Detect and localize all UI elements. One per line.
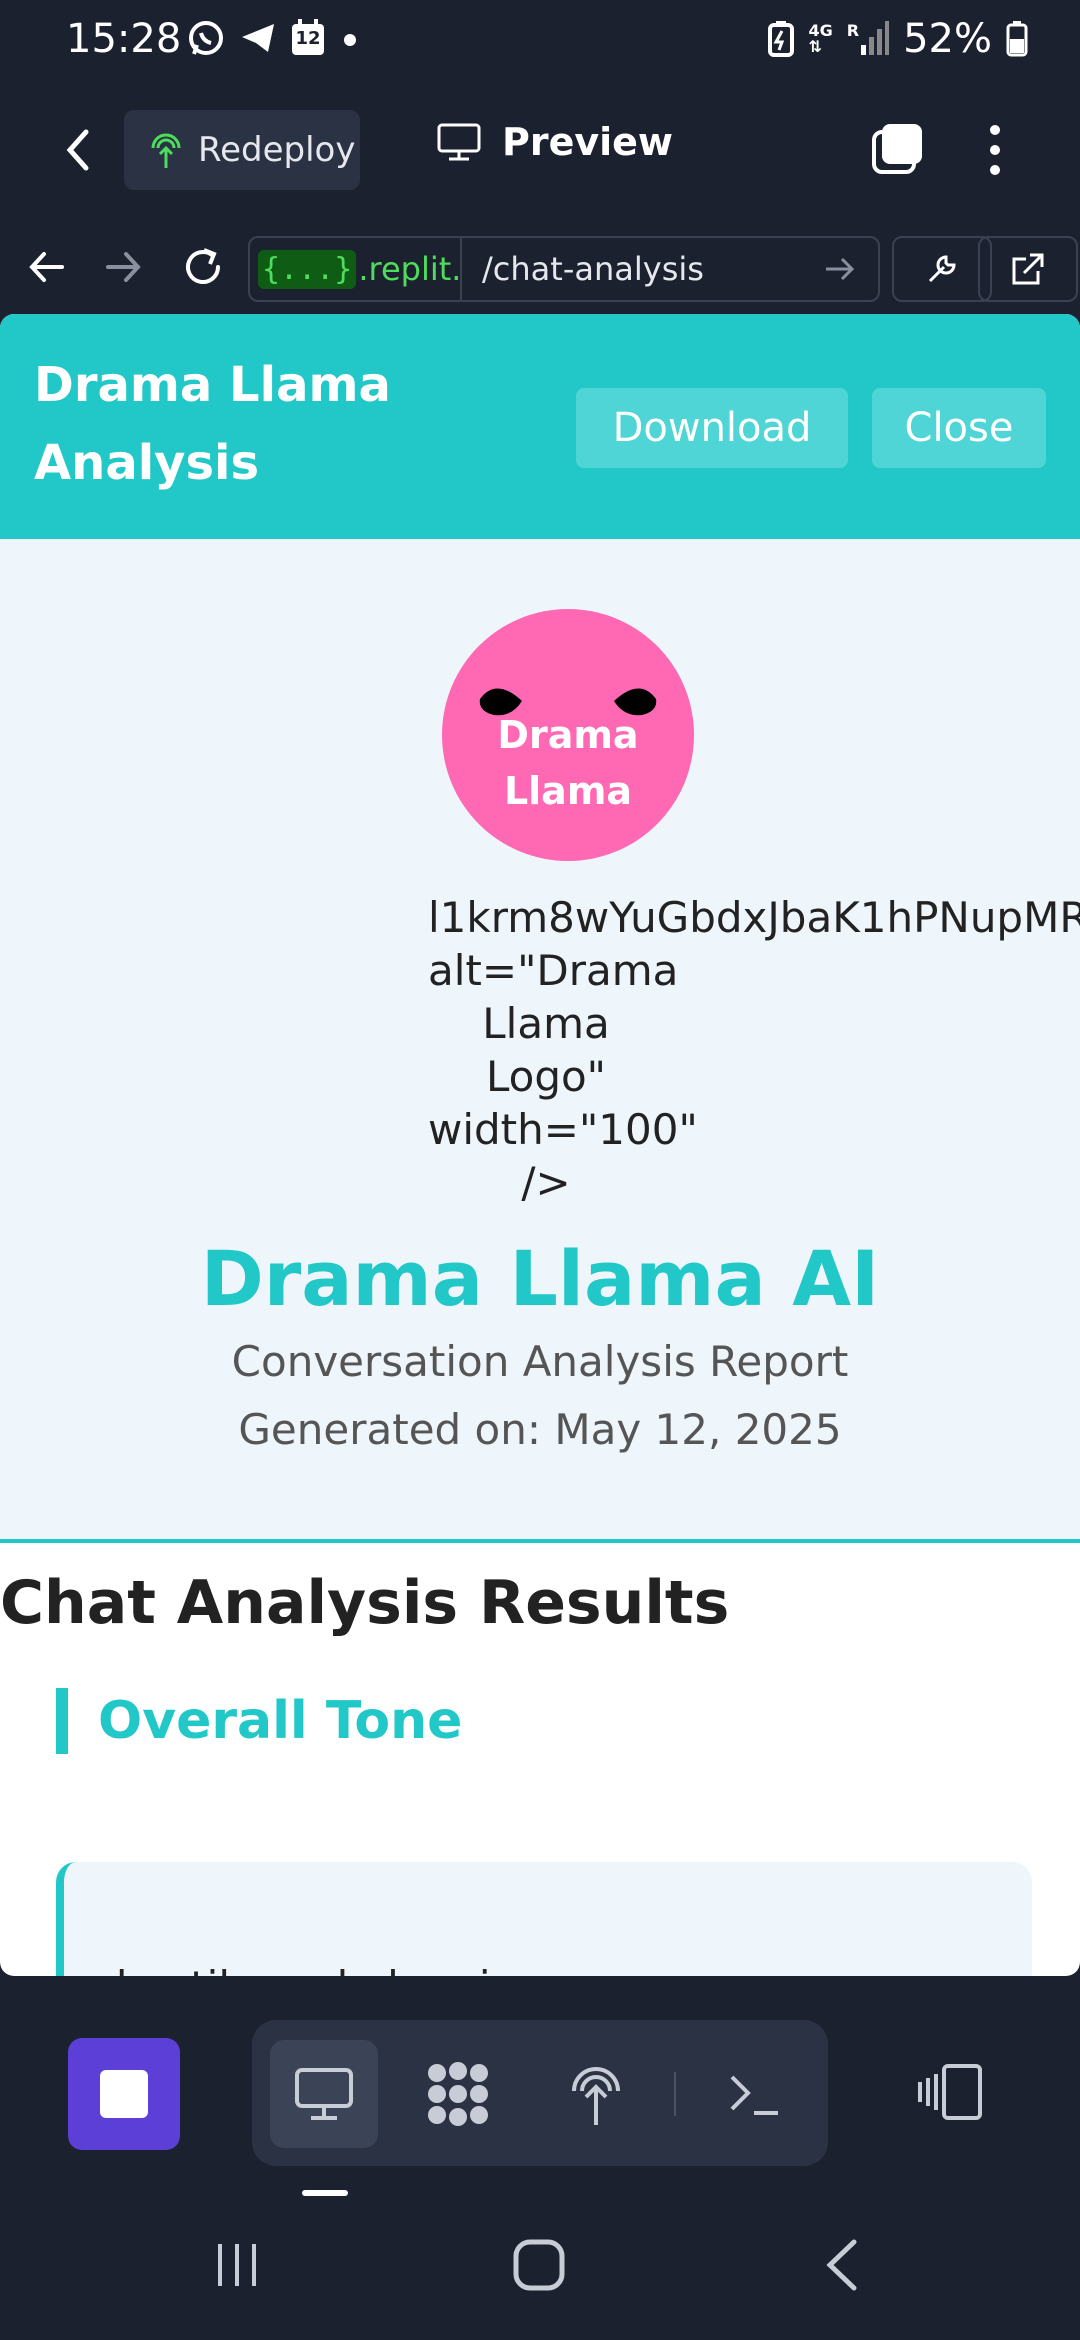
apps-tool-button[interactable]: [404, 2040, 512, 2148]
more-options-icon[interactable]: [978, 120, 1012, 180]
dot-icon: [338, 18, 362, 58]
page-title-line1: Drama Llama: [34, 357, 391, 413]
brand-title: Drama Llama AI: [200, 1234, 880, 1323]
deployments-tool-button[interactable]: [542, 2040, 650, 2148]
tone-text: hostile and abrasive: [116, 1962, 541, 1976]
url-badge: {...}: [258, 249, 357, 289]
status-bar: 15:28 12 4G ⇅ R 52%: [0, 0, 1080, 84]
logo-text: Drama Llama: [442, 707, 694, 819]
broken-image-line: />: [521, 1158, 571, 1207]
tool-switcher: [252, 2020, 828, 2166]
external-link-icon: [1008, 249, 1048, 289]
whatsapp-icon: [186, 18, 226, 58]
browser-back-icon[interactable]: [22, 242, 72, 292]
notification-icons: 12: [186, 18, 362, 58]
device-switch-button[interactable]: [916, 2064, 984, 2120]
battery-saver-icon: [767, 19, 795, 59]
roaming-label: R: [846, 21, 860, 40]
page-title-line2: Analysis: [34, 435, 260, 491]
deploy-icon: [148, 130, 184, 170]
close-button[interactable]: Close: [872, 388, 1046, 468]
status-time: 15:28: [66, 16, 182, 62]
system-back-icon[interactable]: [822, 2238, 862, 2292]
monitor-icon: [293, 2066, 355, 2122]
broken-image-line: Logo": [485, 1052, 607, 1101]
system-nav-bar: [0, 2196, 1080, 2340]
logo-line1: Drama: [497, 713, 639, 757]
webview: Drama Llama Analysis Download Close Dram…: [0, 314, 1080, 1976]
preview-tab[interactable]: Preview: [436, 120, 673, 164]
tone-card: hostile and abrasive: [56, 1862, 1032, 1976]
status-right: 4G ⇅ R 52%: [767, 16, 1029, 62]
apps-icon: [425, 2061, 491, 2127]
broken-image-line: l1krm8wYuGbdxJbaK1hPNupMR: [428, 893, 1080, 942]
webview-tool-button[interactable]: [270, 2040, 378, 2148]
reload-icon[interactable]: [178, 242, 228, 292]
url-path: /chat-analysis: [482, 250, 704, 288]
terminal-icon: [726, 2069, 782, 2119]
devices-icon: [916, 2064, 984, 2120]
section-overall-tone: Overall Tone: [56, 1688, 462, 1754]
workspace-toolbar: Redeploy Preview: [0, 84, 1080, 214]
stop-icon: [99, 2069, 149, 2119]
tool-divider: [674, 2072, 676, 2116]
wrench-icon: [922, 249, 962, 289]
data-arrows-icon: ⇅: [808, 37, 822, 56]
shell-tool-button[interactable]: [700, 2040, 808, 2148]
network-type: 4G ⇅: [809, 23, 833, 55]
url-domain: {...} .replit.de: [250, 238, 462, 300]
stop-button[interactable]: [68, 2038, 180, 2150]
url-field[interactable]: {...} .replit.de /chat-analysis: [248, 236, 880, 302]
logo-line2: Llama: [503, 769, 633, 813]
browser-forward-icon[interactable]: [98, 242, 148, 292]
deploy-icon: [568, 2061, 624, 2127]
bottom-toolbar: [0, 1976, 1080, 2176]
open-external-button[interactable]: [978, 236, 1078, 302]
devtools-button[interactable]: [892, 236, 992, 302]
home-icon[interactable]: [512, 2238, 566, 2292]
telegram-icon: [238, 18, 278, 58]
page-title: Drama Llama Analysis: [34, 346, 434, 502]
url-bar: {...} .replit.de /chat-analysis: [0, 222, 1080, 314]
preview-label: Preview: [502, 120, 674, 164]
page-header: Drama Llama Analysis Download Close: [0, 314, 1080, 539]
report-hero: Drama Llama l1krm8wYuGbdxJbaK1hPNupMR al…: [0, 539, 1080, 1543]
broken-image-line: width="100": [428, 1105, 698, 1154]
broken-image-line: alt="Drama: [428, 946, 679, 995]
recents-icon[interactable]: [212, 2240, 262, 2290]
url-host: .replit.de: [358, 250, 462, 288]
report-subtitle: Conversation Analysis Report: [231, 1337, 849, 1386]
results-title: Chat Analysis Results: [0, 1568, 730, 1638]
broken-image-markup: l1krm8wYuGbdxJbaK1hPNupMR alt="Drama Lla…: [428, 891, 1080, 1209]
calendar-date: 12: [295, 28, 321, 49]
battery-icon: [1006, 19, 1028, 59]
redeploy-label: Redeploy: [198, 130, 356, 170]
calendar-icon: 12: [290, 19, 326, 57]
monitor-icon: [436, 122, 482, 162]
generated-date: Generated on: May 12, 2025: [238, 1405, 842, 1454]
redeploy-button[interactable]: Redeploy: [124, 110, 360, 190]
battery-percent: 52%: [903, 16, 992, 62]
go-arrow-icon[interactable]: [820, 249, 860, 289]
download-button[interactable]: Download: [576, 388, 848, 468]
back-icon[interactable]: [50, 120, 110, 180]
logo: Drama Llama: [442, 609, 694, 861]
signal-icon: R: [846, 21, 890, 57]
broken-image-line: Llama: [482, 999, 610, 1048]
tabs-icon[interactable]: [868, 120, 928, 180]
